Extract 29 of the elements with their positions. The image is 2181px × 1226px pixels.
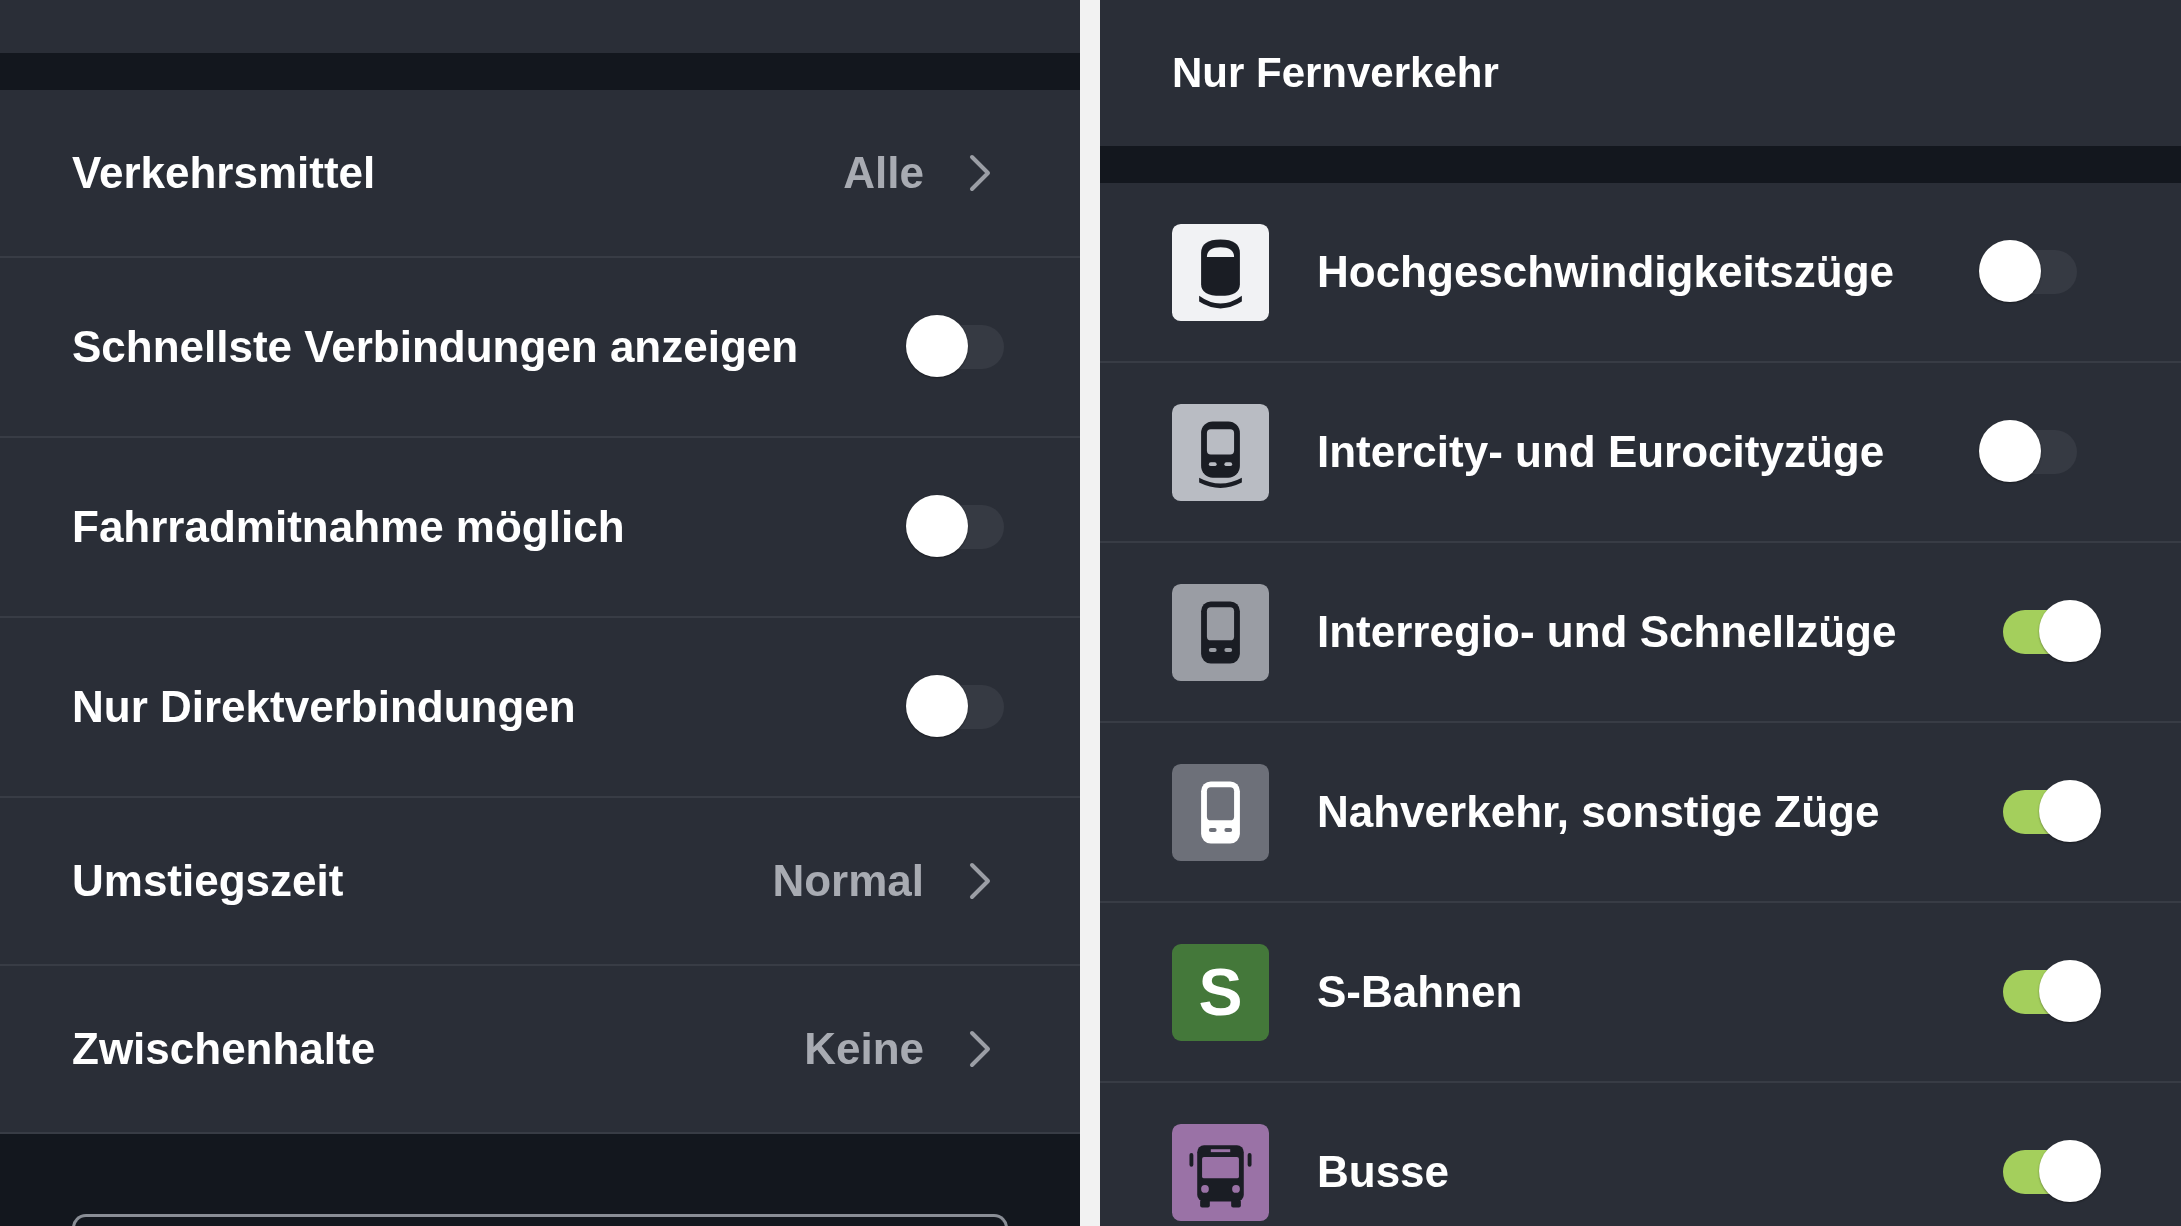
setting-label: Zwischenhalte (72, 1024, 377, 1074)
chevron-right-icon (968, 861, 992, 901)
chevron-right-icon (968, 1029, 992, 1069)
setting-value: Alle (843, 148, 924, 198)
settings-row[interactable]: Nahverkehr, sonstige Züge (1100, 723, 2181, 903)
settings-row[interactable]: Hochgeschwindigkeitszüge (1100, 183, 2181, 363)
option-label: S-Bahnen (1317, 967, 1524, 1017)
setting-value: Keine (804, 1024, 924, 1074)
settings-row[interactable]: Interregio- und Schnellzüge (1100, 543, 2181, 723)
settings-row[interactable]: Fahrradmitnahme möglich (0, 438, 1080, 618)
settings-row[interactable]: S S-Bahnen (1100, 903, 2181, 1083)
setting-value: Normal (772, 856, 924, 906)
option-label: Busse (1317, 1147, 1451, 1197)
option-label: Nahverkehr, sonstige Züge (1317, 787, 1881, 837)
settings-row[interactable]: Nur Direktverbindungen (0, 618, 1080, 798)
setting-label: Nur Direktverbindungen (72, 682, 577, 732)
setting-label: Verkehrsmittel (72, 148, 377, 198)
setting-label: Fahrradmitnahme möglich (72, 502, 626, 552)
settings-row[interactable]: Intercity- und Eurocityzüge (1100, 363, 2181, 543)
option-label: Intercity- und Eurocityzüge (1317, 427, 1886, 477)
option-label: Interregio- und Schnellzüge (1317, 607, 1898, 657)
section-title: Nur Fernverkehr (1172, 49, 1499, 97)
option-label: Hochgeschwindigkeitszüge (1317, 247, 1895, 297)
setting-label: Schnellste Verbindungen anzeigen (72, 322, 800, 372)
setting-label: Umstiegszeit (72, 856, 345, 906)
chevron-right-icon (968, 153, 992, 193)
sbahn-icon: S (1172, 943, 1269, 1041)
settings-row[interactable]: Schnellste Verbindungen anzeigen (0, 258, 1080, 438)
settings-row[interactable]: Busse (1100, 1083, 2181, 1226)
